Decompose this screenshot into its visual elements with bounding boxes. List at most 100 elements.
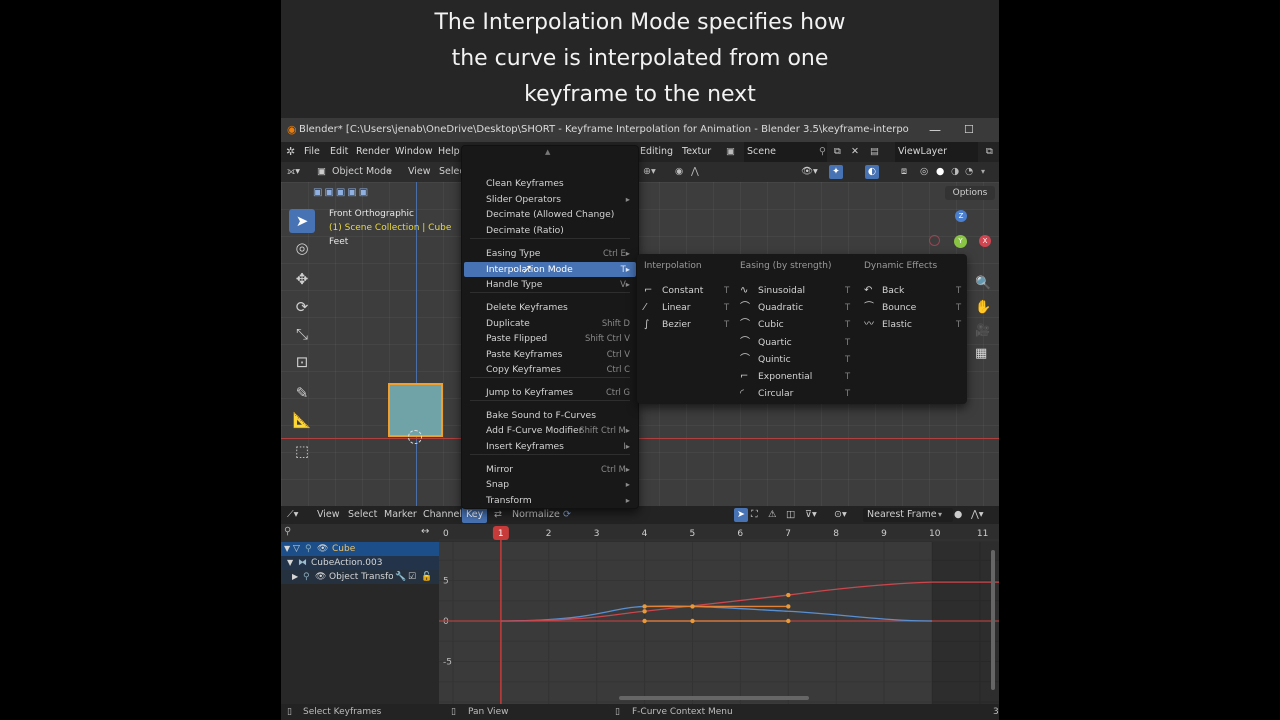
maximize-button[interactable]: ☐ xyxy=(964,118,974,142)
cube-object[interactable] xyxy=(388,383,443,437)
gizmo-x-axis-icon[interactable]: X xyxy=(979,235,991,247)
shading-solid-icon[interactable]: ● xyxy=(936,162,944,182)
scene-selector[interactable]: Scene xyxy=(744,142,827,162)
show-handles-icon[interactable]: ⚠ xyxy=(768,506,777,524)
graph-editor-type-icon[interactable]: ⟋▾ xyxy=(287,506,298,524)
graph-menu-key[interactable]: Key xyxy=(462,507,488,523)
key-menu-item-insert-keyframes[interactable]: Insert Keyframes I▸ xyxy=(464,439,636,454)
wrench-icon[interactable]: 🔧 xyxy=(395,570,406,584)
pin-icon[interactable]: ⚲ xyxy=(819,142,826,162)
interpolation-option-exponential[interactable]: ⌐ Exponential T xyxy=(740,369,855,384)
key-menu-item-bake-sound-to-f-curves[interactable]: Bake Sound to F-Curves xyxy=(464,408,636,423)
fcurve-graph[interactable]: 01234567891011150-5 xyxy=(439,524,999,704)
graph-menu-marker[interactable]: Marker xyxy=(384,506,417,524)
proportional-edit-icon[interactable]: ⋀ xyxy=(691,162,699,182)
gizmo-y-axis-icon[interactable]: Y xyxy=(954,235,967,248)
key-menu-item-delete-keyframes[interactable]: Delete Keyframes xyxy=(464,300,636,315)
copy-view-layer-icon[interactable]: ⧉ xyxy=(986,142,993,162)
select-box-mode-icons[interactable]: ▣▣▣▣▣ xyxy=(313,186,375,199)
snap-icon[interactable]: ◉ xyxy=(675,162,683,182)
select-tool-icon[interactable]: ➤ xyxy=(289,209,315,233)
transform-orientation-icon[interactable]: ⊕▾ xyxy=(643,162,656,182)
key-menu-item-paste-keyframes[interactable]: Paste Keyframes Ctrl V xyxy=(464,347,636,362)
viewport-options-button[interactable]: Options xyxy=(945,186,995,200)
key-menu-item-handle-type[interactable]: Handle Type V▸ xyxy=(464,277,636,292)
expand-icon[interactable]: ▼ xyxy=(287,556,293,570)
move-tool-icon[interactable]: ✥ xyxy=(289,267,315,291)
lock-icon[interactable]: 🔓 xyxy=(421,570,432,584)
interpolation-option-circular[interactable]: ◜ Circular T xyxy=(740,386,855,401)
key-menu-item-decimate-ratio[interactable]: Decimate (Ratio) xyxy=(464,223,636,238)
channel-search-bar[interactable]: ⚲ ↔ xyxy=(281,524,439,542)
annotate-tool-icon[interactable]: ✎ xyxy=(289,381,315,405)
interpolation-option-linear[interactable]: ⁄ Linear T xyxy=(644,300,734,315)
scroll-up-icon[interactable]: ▲ xyxy=(545,148,550,156)
key-menu-item-easing-type[interactable]: Easing Type Ctrl E▸ xyxy=(464,246,636,261)
interpolation-option-bezier[interactable]: ∫ Bezier T xyxy=(644,317,734,332)
tab-texture[interactable]: Textur xyxy=(682,142,711,162)
shading-material-icon[interactable]: ◑ xyxy=(951,162,959,182)
channel-row-action[interactable]: ▼ ⧓ CubeAction.003 xyxy=(281,556,439,570)
tab-editing[interactable]: Editing xyxy=(640,142,673,162)
menu-edit[interactable]: Edit xyxy=(330,142,348,162)
proportional-falloff-icon[interactable]: ⋀▾ xyxy=(971,506,984,524)
graph-menu-channel[interactable]: Channel xyxy=(423,506,462,524)
key-menu-item-transform[interactable]: Transform ▸ xyxy=(464,493,636,508)
interpolation-option-constant[interactable]: ⌐ Constant T xyxy=(644,283,734,298)
measure-tool-icon[interactable]: 📐 xyxy=(289,408,315,432)
pivot-point-icon[interactable]: ⊙▾ xyxy=(834,506,847,524)
shading-wireframe-icon[interactable]: ◎ xyxy=(920,162,928,182)
eye-icon[interactable]: 👁 xyxy=(317,542,328,556)
filter-icon[interactable]: ⊽▾ xyxy=(805,506,817,524)
overlay-toggle-icon[interactable]: ◐ xyxy=(865,165,879,179)
key-menu-item-interpolation-mode[interactable]: Interpolation Mode T▸ xyxy=(464,262,636,277)
channel-row-cube[interactable]: ▼ ▽ ⚲ 👁 Cube xyxy=(281,542,439,556)
menu-window[interactable]: Window xyxy=(395,142,432,162)
blender-menu-icon[interactable]: ✲ xyxy=(286,142,295,162)
key-menu-item-add-f-curve-modifier[interactable]: Add F-Curve Modifier Shift Ctrl M▸ xyxy=(464,423,636,438)
pan-hand-icon[interactable]: ✋ xyxy=(975,300,991,315)
menu-file[interactable]: File xyxy=(304,142,320,162)
menu-render[interactable]: Render xyxy=(356,142,390,162)
scale-tool-icon[interactable]: ⤡ xyxy=(289,322,315,346)
gizmo-z-axis-icon[interactable]: Z xyxy=(955,210,967,222)
zoom-icon[interactable]: 🔍 xyxy=(975,276,991,291)
interpolation-option-bounce[interactable]: ⏜ Bounce T xyxy=(864,300,966,315)
interpolation-option-quadratic[interactable]: ⌒ Quadratic T xyxy=(740,300,855,315)
key-menu-item-paste-flipped[interactable]: Paste Flipped Shift Ctrl V xyxy=(464,331,636,346)
key-menu-item-duplicate[interactable]: Duplicate Shift D xyxy=(464,316,636,331)
interpolation-option-quintic[interactable]: ⌒ Quintic T xyxy=(740,352,855,367)
key-menu-item-copy-keyframes[interactable]: Copy Keyframes Ctrl C xyxy=(464,362,636,377)
cursor-tool-icon[interactable]: ◎ xyxy=(289,236,315,260)
viewport-menu-view[interactable]: View xyxy=(408,162,431,182)
interpolation-option-elastic[interactable]: 〰 Elastic T xyxy=(864,317,966,332)
pivot-icon[interactable]: ➤ xyxy=(734,508,748,522)
graph-editor-canvas[interactable]: 01234567891011150-5 xyxy=(439,524,999,704)
minimize-button[interactable]: — xyxy=(929,118,941,142)
key-menu-item-slider-operators[interactable]: Slider Operators ▸ xyxy=(464,192,636,207)
collapse-icon[interactable]: ▶ xyxy=(292,570,298,584)
graph-menu-select[interactable]: Select xyxy=(348,506,377,524)
interpolation-option-cubic[interactable]: ⌒ Cubic T xyxy=(740,317,855,332)
key-menu-item-mirror[interactable]: Mirror Ctrl M▸ xyxy=(464,462,636,477)
expand-icon[interactable]: ▼ xyxy=(284,542,290,556)
remove-scene-icon[interactable]: ✕ xyxy=(851,142,859,162)
camera-view-icon[interactable]: 🎥 xyxy=(975,323,990,337)
view-selected-icon[interactable]: ⛶ xyxy=(751,506,758,524)
object-mode-selector[interactable]: Object Mode xyxy=(332,162,392,182)
interpolation-option-back[interactable]: ↶ Back T xyxy=(864,283,966,298)
gizmo-toggle-icon[interactable]: ✦ xyxy=(829,165,843,179)
shading-rendered-icon[interactable]: ◔ xyxy=(965,162,973,182)
add-cube-tool-icon[interactable]: ⬚ xyxy=(289,439,315,463)
xray-toggle-icon[interactable]: ⧈ xyxy=(901,162,907,182)
key-menu-item-jump-to-keyframes[interactable]: Jump to Keyframes Ctrl G xyxy=(464,385,636,400)
proportional-edit-graph-icon[interactable]: ● xyxy=(954,506,962,524)
pin-channel-icon[interactable]: ⚲ xyxy=(303,570,310,584)
pin-channel-icon[interactable]: ⚲ xyxy=(305,542,312,556)
gizmo-neg-x-icon[interactable] xyxy=(929,235,940,246)
checkbox-icon[interactable]: ☑ xyxy=(408,570,416,584)
graph-menu-view[interactable]: View xyxy=(317,506,340,524)
interpolation-option-sinusoidal[interactable]: ∿ Sinusoidal T xyxy=(740,283,855,298)
shading-options-icon[interactable]: ▾ xyxy=(981,162,985,182)
copy-scene-icon[interactable]: ⧉ xyxy=(834,142,841,162)
